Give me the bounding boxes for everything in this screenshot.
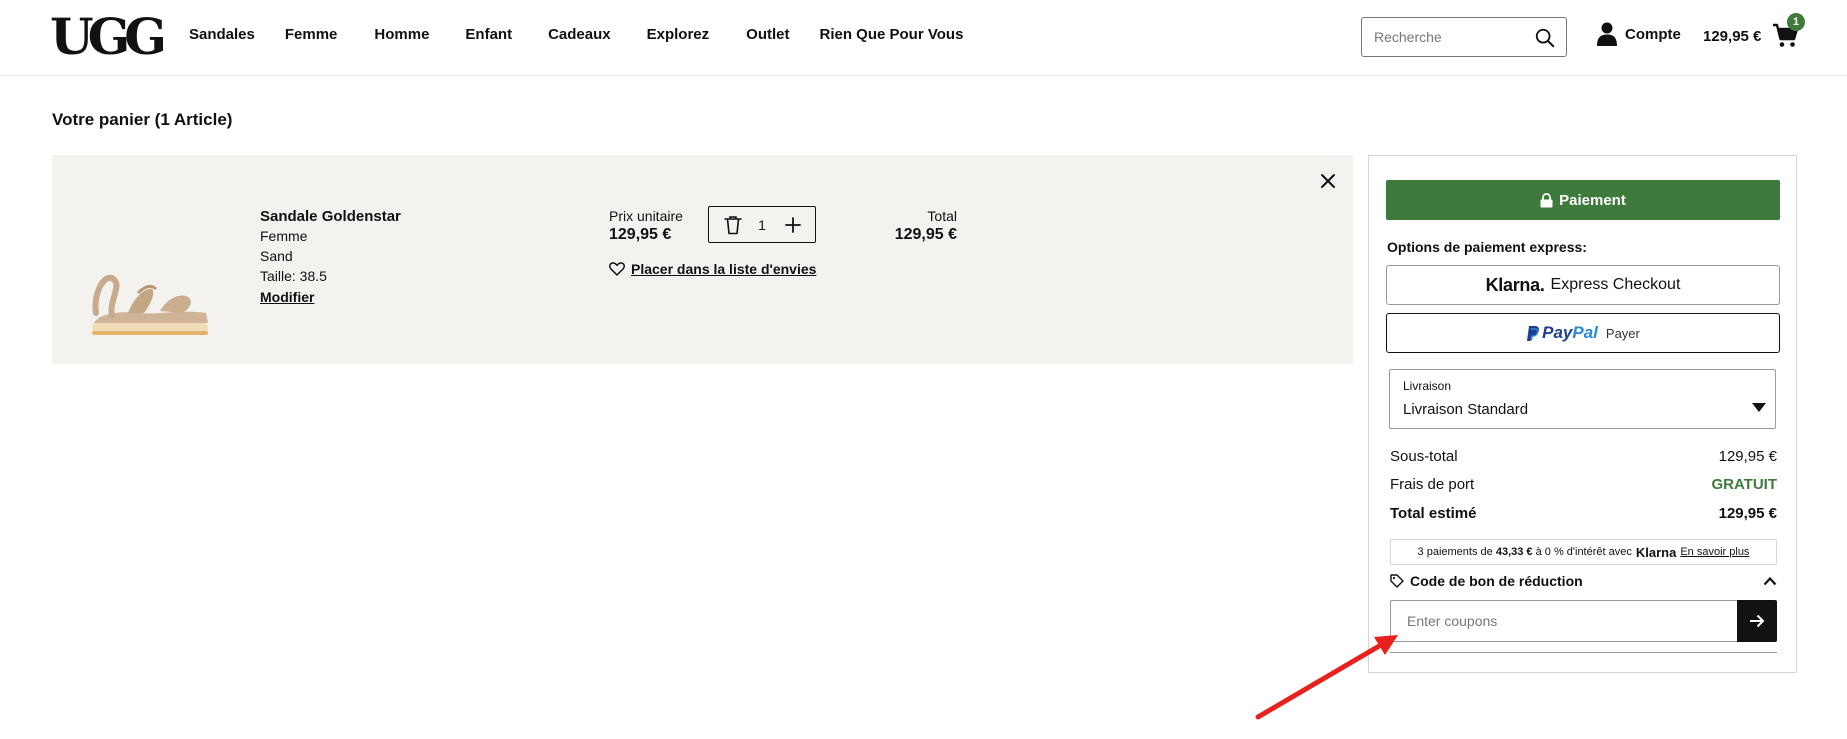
trash-icon[interactable] [724,215,742,235]
page-title: Votre panier (1 Article) [52,110,233,129]
coupon-title: Code de bon de réduction [1410,573,1583,589]
summary-divider [1390,652,1777,653]
paypal-button-label: Payer [1605,325,1640,341]
nav-explorez[interactable]: Explorez [647,26,710,43]
product-name[interactable]: Sandale Goldenstar [260,208,401,225]
user-icon [1597,22,1617,46]
account-label: Compte [1625,25,1681,43]
subtotal-value: 129,95 € [1718,448,1777,465]
line-total: 129,95 € [894,226,957,243]
coupon-submit-button[interactable] [1737,600,1777,642]
product-image[interactable] [90,261,210,341]
product-color: Sand [260,248,293,264]
shipping-label: Frais de port [1390,476,1475,493]
search-box [1361,17,1567,57]
chevron-up-icon [1763,576,1777,586]
shipping-row: Frais de port GRATUIT [1390,476,1777,493]
header-cart-total[interactable]: 129,95 € [1703,28,1761,45]
close-icon[interactable] [1319,172,1337,190]
nav-outlet[interactable]: Outlet [746,26,789,43]
checkout-label: Paiement [1559,191,1626,209]
quantity-stepper: 1 [708,206,816,243]
delivery-value: Livraison Standard [1403,401,1529,418]
caret-down-icon [1752,403,1766,412]
klarna-brand: Klarna [1635,544,1677,560]
wishlist-label: Placer dans la liste d'envies [631,261,817,277]
express-payment-label: Options de paiement express: [1387,239,1587,255]
coupon-toggle[interactable]: Code de bon de réduction [1390,573,1777,589]
learn-more-link[interactable]: En savoir plus [1680,546,1749,558]
paypal-icon [1527,325,1540,341]
total-label: Total [927,208,957,224]
cart-count-badge: 1 [1787,13,1805,31]
subtotal-label: Sous-total [1390,448,1458,465]
heart-icon [609,262,625,276]
klarna-express-button[interactable]: Klarna. Express Checkout [1386,265,1780,305]
nav-rien-que-pour-vous[interactable]: Rien Que Pour Vous [820,26,964,43]
checkout-button[interactable]: Paiement [1386,180,1780,220]
plus-icon[interactable] [783,215,803,235]
product-size: Taille: 38.5 [260,268,327,284]
estimated-total-value: 129,95 € [1718,505,1777,522]
arrow-right-icon [1750,614,1765,628]
site-header: UGG Sandales Femme Homme Enfant Cadeaux … [0,0,1847,76]
delivery-label: Livraison [1403,379,1452,393]
tag-icon [1390,574,1404,588]
nav-cadeaux[interactable]: Cadeaux [548,26,611,43]
klarna-installments-banner: 3 paiements de 43,33 € à 0 % d'intérêt a… [1390,539,1777,565]
nav-sandales[interactable]: Sandales [189,26,255,43]
coupon-input[interactable] [1390,600,1737,642]
order-summary: Paiement Options de paiement express: Kl… [1368,155,1797,673]
paypal-button[interactable]: PayPal Payer [1386,313,1780,353]
unit-price-label: Prix unitaire [609,208,683,224]
account-link[interactable]: Compte [1597,22,1681,46]
cart-item: Sandale Goldenstar Femme Sand Taille: 38… [52,155,1353,364]
delivery-select[interactable]: Livraison Livraison Standard [1389,369,1776,429]
shipping-value: GRATUIT [1711,476,1777,493]
wishlist-link[interactable]: Placer dans la liste d'envies [609,261,816,277]
nav-femme[interactable]: Femme [285,26,338,43]
product-gender: Femme [260,228,308,244]
klarna-button-label: Express Checkout [1550,276,1681,293]
lock-icon [1540,192,1553,207]
klarna-logo: Klarna. [1485,274,1545,295]
nav-enfant[interactable]: Enfant [465,26,512,43]
unit-price: 129,95 € [609,226,672,243]
ugg-logo[interactable]: UGG [50,12,167,62]
search-icon[interactable] [1534,27,1556,49]
main-nav: Sandales Femme Homme Enfant Cadeaux Expl… [189,26,963,43]
estimated-total-label: Total estimé [1390,505,1477,522]
modify-link[interactable]: Modifier [260,289,314,305]
search-input[interactable] [1362,18,1522,56]
nav-homme[interactable]: Homme [374,26,429,43]
subtotal-row: Sous-total 129,95 € [1390,448,1777,465]
estimated-total-row: Total estimé 129,95 € [1390,505,1777,522]
quantity-value[interactable]: 1 [755,217,769,233]
paypal-logo: PayPal [1542,323,1598,342]
